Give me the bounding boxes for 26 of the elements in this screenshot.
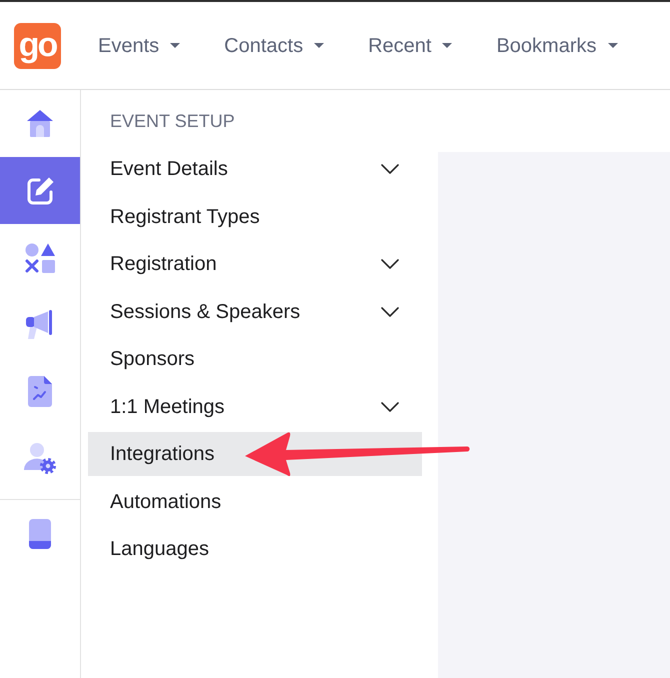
submenu-item[interactable]: Sponsors: [88, 337, 422, 381]
logo: go: [14, 22, 61, 68]
nav-menu-button[interactable]: Recent: [368, 34, 452, 58]
caret-icon: [170, 43, 180, 48]
submenu-item[interactable]: Automations: [88, 480, 422, 524]
rail-nav-button[interactable]: [0, 157, 80, 224]
caret-icon: [442, 43, 452, 48]
document-chart-icon: [28, 376, 52, 407]
user-gear-icon: [24, 443, 56, 474]
submenu-item[interactable]: Languages: [88, 527, 422, 571]
submenu-item[interactable]: Registration: [88, 242, 422, 286]
caret-icon: [608, 43, 618, 48]
home-icon: [27, 110, 53, 137]
nav-menu-button[interactable]: Events: [98, 34, 180, 58]
submenu-item[interactable]: 1:1 Meetings: [88, 384, 422, 428]
device-icon: [29, 518, 51, 548]
nav-menu-button[interactable]: Bookmarks: [496, 34, 618, 58]
edit-icon: [26, 176, 54, 206]
submenu-item[interactable]: Event Details: [88, 147, 422, 191]
submenu-item[interactable]: Sessions & Speakers: [88, 290, 422, 334]
nav-menu-button[interactable]: Contacts: [224, 34, 324, 58]
shapes-icon: [25, 242, 55, 272]
submenu-item[interactable]: Registrant Types: [88, 194, 422, 238]
section-heading: EVENT SETUP: [110, 110, 235, 132]
megaphone-icon: [26, 310, 54, 340]
caret-icon: [314, 43, 324, 48]
